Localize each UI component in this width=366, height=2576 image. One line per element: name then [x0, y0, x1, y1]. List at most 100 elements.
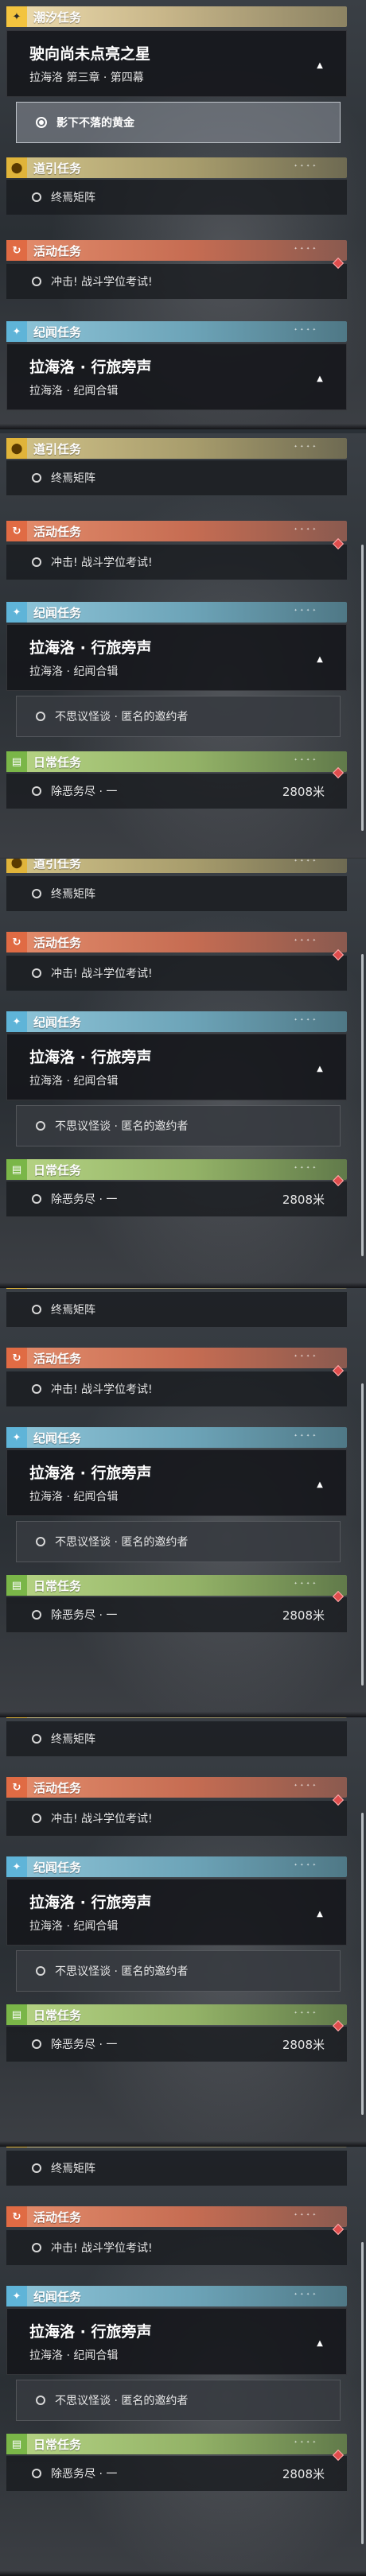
pin-icon: ⬤	[6, 1288, 27, 1289]
section-tag-decoration: ✦ ✦ ✦ ✦	[294, 859, 317, 863]
collapse-chevron-icon[interactable]: ▲	[311, 652, 329, 666]
book-icon: ▤	[6, 2004, 27, 2025]
event-icon: ↻	[6, 240, 27, 261]
status-circle-icon	[32, 1610, 41, 1620]
selected-radio-icon	[36, 117, 47, 128]
quest-item[interactable]: 终焉矩阵	[6, 2151, 347, 2186]
quest-item[interactable]: 冲击! 战斗学位考试!	[6, 257, 347, 299]
quest-item-label: 终焉矩阵	[51, 888, 95, 901]
quest-item[interactable]: 终焉矩阵	[6, 460, 347, 495]
section-tag-decoration: ✦ ✦ ✦ ✦	[294, 2011, 317, 2015]
section-header-jiwen[interactable]: ✦ 纪闻任务 ✦ ✦ ✦ ✦	[6, 1011, 347, 1032]
quest-step[interactable]: 不思议怪谈 · 匿名的邀约者	[16, 1950, 341, 1992]
quest-step[interactable]: 不思议怪谈 · 匿名的邀约者	[16, 2380, 341, 2421]
sparkle-icon: ✦	[6, 1427, 27, 1448]
quest-item-label: 冲击! 战斗学位考试!	[51, 557, 153, 569]
section-header-richang[interactable]: ▤ 日常任务 ✦ ✦ ✦ ✦	[6, 1575, 347, 1596]
jiwen-quest[interactable]: 拉海洛 · 行旅旁声 拉海洛 · 纪闻合辑 ▲	[6, 1879, 347, 1946]
section-label: 活动任务	[33, 1780, 82, 1795]
jiwen-quest[interactable]: 拉海洛 · 行旅旁声 拉海洛 · 纪闻合辑 ▲	[6, 624, 347, 691]
scrollbar[interactable]	[361, 545, 364, 831]
section-header-daoyin[interactable]: ⬤道引任务✦ ✦ ✦ ✦	[6, 157, 347, 178]
quest-item[interactable]: 除恶务尽 · 一 2808米	[6, 1590, 347, 1632]
active-step[interactable]: 影下不落的黄金	[16, 102, 341, 143]
section-tag-decoration: ✦ ✦ ✦ ✦	[294, 1354, 317, 1359]
scrollbar[interactable]	[361, 1813, 364, 2115]
section-tag-decoration: ✦ ✦ ✦ ✦	[294, 328, 317, 332]
section-header-jiwen[interactable]: ✦ 纪闻任务 ✦ ✦ ✦ ✦	[6, 2286, 347, 2306]
section-header-daoyin[interactable]: ⬤道引任务✦ ✦ ✦ ✦	[6, 1288, 347, 1289]
section-header-huodong[interactable]: ↻ 活动任务 ✦ ✦ ✦ ✦	[6, 1777, 347, 1798]
plus-star-icon: ✦	[6, 6, 27, 27]
section-header-jiwen[interactable]: ✦ 纪闻任务 ✦ ✦ ✦ ✦	[6, 602, 347, 623]
status-circle-icon	[32, 786, 41, 796]
section-header-chaoxi[interactable]: ✦ 潮汐任务	[6, 6, 347, 27]
quest-item[interactable]: 冲击! 战斗学位考试!	[6, 1794, 347, 1836]
collapse-chevron-icon[interactable]: ▲	[311, 1061, 329, 1076]
quest-item[interactable]: 终焉矩阵	[6, 180, 347, 215]
section-header-daoyin[interactable]: ⬤ 道引任务 ✦ ✦ ✦ ✦	[6, 859, 347, 873]
quest-item[interactable]: 除恶务尽 · 一 2808米	[6, 1174, 347, 1216]
section-tag-decoration: ✦ ✦ ✦ ✦	[294, 758, 317, 762]
quest-step[interactable]: 不思议怪谈 · 匿名的邀约者	[16, 1105, 341, 1146]
section-label: 道引任务	[33, 441, 82, 456]
section-header-huodong[interactable]: ↻ 活动任务 ✦ ✦ ✦ ✦	[6, 2206, 347, 2227]
sparkle-icon: ✦	[6, 602, 27, 623]
section-header-richang[interactable]: ▤ 日常任务 ✦ ✦ ✦ ✦	[6, 751, 347, 772]
quest-item[interactable]: 冲击! 战斗学位考试!	[6, 2223, 347, 2265]
section-header-huodong[interactable]: ↻ 活动任务 ✦ ✦ ✦ ✦	[6, 240, 347, 261]
section-header-huodong[interactable]: ↻ 活动任务 ✦ ✦ ✦ ✦	[6, 1348, 347, 1368]
book-icon: ▤	[6, 1159, 27, 1180]
jiwen-quest[interactable]: 拉海洛 · 行旅旁声 拉海洛 · 纪闻合辑 ▲	[6, 1034, 347, 1100]
chaoxi-quest[interactable]: 驶向尚未点亮之星 拉海洛 第三章 · 第四幕 ▲	[6, 30, 347, 97]
collapse-chevron-icon[interactable]: ▲	[311, 1907, 329, 1921]
jiwen-quest-subtitle: 拉海洛 · 纪闻合辑	[29, 385, 119, 398]
section-header-jiwen[interactable]: ✦ 纪闻任务 ✦ ✦ ✦ ✦	[6, 321, 347, 342]
section-header-huodong[interactable]: ↻ 活动任务 ✦ ✦ ✦ ✦	[6, 521, 347, 541]
jiwen-quest[interactable]: 拉海洛 · 行旅旁声 拉海洛 · 纪闻合辑 ▲	[6, 2308, 347, 2375]
scrollbar[interactable]	[361, 1383, 364, 1686]
quest-item[interactable]: 终焉矩阵	[6, 876, 347, 911]
jiwen-quest[interactable]: 拉海洛 · 行旅旁声 拉海洛 · 纪闻合辑 ▲	[6, 1449, 347, 1516]
sparkle-icon: ✦	[6, 2286, 27, 2306]
collapse-chevron-icon[interactable]: ▲	[311, 1477, 329, 1492]
section-header-jiwen[interactable]: ✦ 纪闻任务 ✦ ✦ ✦ ✦	[6, 1427, 347, 1448]
quest-item-label: 冲击! 战斗学位考试!	[51, 968, 153, 980]
chaoxi-quest-title: 驶向尚未点亮之星	[29, 45, 151, 63]
quest-screen-6: ⬤道引任务✦ ✦ ✦ ✦终焉矩阵↻活动任务✦ ✦ ✦ ✦冲击! 战斗学位考试!✦…	[0, 2147, 366, 2576]
quest-item[interactable]: 冲击! 战斗学位考试!	[6, 949, 347, 991]
quest-item[interactable]: 除恶务尽 · 一 2808米	[6, 2449, 347, 2491]
quest-step[interactable]: 不思议怪谈 · 匿名的邀约者	[16, 696, 341, 737]
quest-item[interactable]: 除恶务尽 · 一 2808米	[6, 766, 347, 809]
quest-item[interactable]: 终焉矩阵	[6, 1292, 347, 1327]
quest-step[interactable]: 不思议怪谈 · 匿名的邀约者	[16, 1521, 341, 1562]
section-label: 道引任务	[33, 859, 82, 871]
section-header-huodong[interactable]: ↻ 活动任务 ✦ ✦ ✦ ✦	[6, 932, 347, 952]
jiwen-quest-title: 拉海洛 · 行旅旁声	[29, 359, 152, 376]
quest-item[interactable]: 除恶务尽 · 一 2808米	[6, 2019, 347, 2062]
collapse-chevron-icon[interactable]: ▲	[311, 2336, 329, 2350]
section-tag-decoration: ✦ ✦ ✦ ✦	[294, 527, 317, 532]
sparkle-icon: ✦	[6, 1856, 27, 1877]
section-tag-decoration: ✦ ✦ ✦ ✦	[294, 1783, 317, 1788]
scrollbar[interactable]	[361, 2242, 364, 2544]
section-tag-decoration: ✦ ✦ ✦ ✦	[294, 2292, 317, 2297]
event-icon: ↻	[6, 521, 27, 541]
collapse-chevron-icon[interactable]: ▲	[311, 371, 329, 386]
quest-item[interactable]: 冲击! 战斗学位考试!	[6, 537, 347, 580]
section-header-richang[interactable]: ▤ 日常任务 ✦ ✦ ✦ ✦	[6, 2004, 347, 2025]
quest-item[interactable]: 冲击! 战斗学位考试!	[6, 1364, 347, 1406]
jiwen-quest[interactable]: 拉海洛 · 行旅旁声拉海洛 · 纪闻合辑 ▲	[6, 343, 347, 410]
pin-icon: ⬤	[6, 859, 27, 873]
collapse-chevron-icon[interactable]: ▲	[311, 58, 329, 72]
jiwen-quest-subtitle: 拉海洛 · 纪闻合辑	[29, 665, 119, 678]
scrollbar[interactable]	[361, 954, 364, 1256]
section-header-daoyin[interactable]: ⬤道引任务✦ ✦ ✦ ✦	[6, 1717, 347, 1718]
section-header-daoyin[interactable]: ⬤道引任务✦ ✦ ✦ ✦	[6, 438, 347, 459]
section-header-jiwen[interactable]: ✦ 纪闻任务 ✦ ✦ ✦ ✦	[6, 1856, 347, 1877]
quest-item[interactable]: 终焉矩阵	[6, 1721, 347, 1756]
section-header-richang[interactable]: ▤ 日常任务 ✦ ✦ ✦ ✦	[6, 1159, 347, 1180]
section-label: 纪闻任务	[33, 605, 82, 620]
section-header-richang[interactable]: ▤ 日常任务 ✦ ✦ ✦ ✦	[6, 2434, 347, 2454]
section-tag-decoration: ✦ ✦ ✦ ✦	[294, 1166, 317, 1170]
